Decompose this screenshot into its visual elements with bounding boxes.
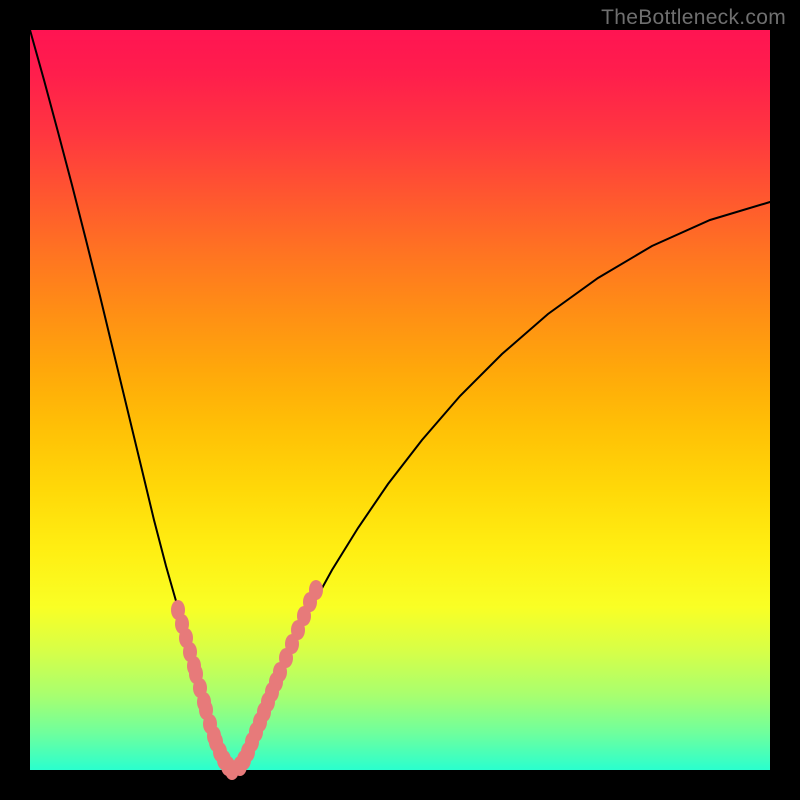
bead [309, 580, 323, 600]
plot-area [30, 30, 770, 770]
watermark-text: TheBottleneck.com [601, 6, 786, 30]
beads-left-group [171, 600, 239, 780]
curve-right-branch [232, 202, 770, 770]
beads-right-group [233, 580, 323, 776]
curve-layer [30, 30, 770, 770]
chart-frame: TheBottleneck.com [0, 0, 800, 800]
curve-left-branch [30, 30, 232, 770]
